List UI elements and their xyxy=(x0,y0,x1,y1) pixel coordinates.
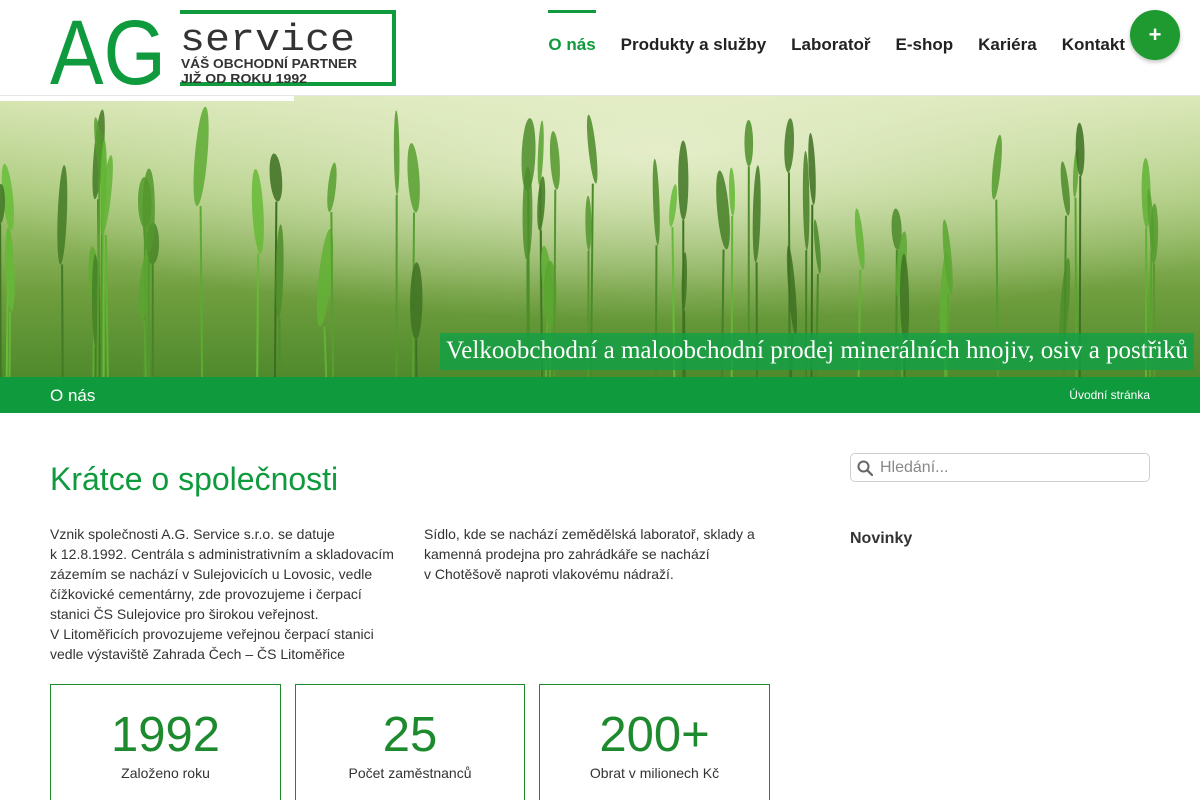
text-line: čížkovické cementárny, zde provozujeme i… xyxy=(50,586,362,602)
nav-item-o-nas[interactable]: O nás xyxy=(548,0,596,55)
search-icon[interactable] xyxy=(857,460,873,476)
text-line: zázemím se nachází v Sulejovicích u Lovo… xyxy=(50,566,373,582)
wheat-stem xyxy=(61,264,64,377)
hero-caption: Velkoobchodní a maloobchodní prodej mine… xyxy=(440,333,1194,370)
wheat-stem xyxy=(0,224,2,377)
stat-box-founded: 1992 Založeno roku xyxy=(50,684,281,800)
nav-item-kontakt[interactable]: Kontakt xyxy=(1062,0,1125,55)
nav-item-eshop[interactable]: E-shop xyxy=(896,0,954,55)
svg-text:VÁŠ OBCHODNÍ PARTNER: VÁŠ OBCHODNÍ PARTNER xyxy=(181,56,358,71)
stat-box-employees: 25 Počet zaměstnanců xyxy=(295,684,525,800)
about-text-left: Vznik společnosti A.G. Service s.r.o. se… xyxy=(50,524,405,664)
nav-item-produkty[interactable]: Produkty a služby xyxy=(621,0,766,55)
text-line: k 12.8.1992. Centrála s administrativním… xyxy=(50,546,394,562)
text-line: V Litoměřicích provozujeme veřejnou čerp… xyxy=(50,626,374,642)
stat-label: Počet zaměstnanců xyxy=(348,765,472,781)
search-input[interactable] xyxy=(880,457,1142,478)
nav-item-kariera[interactable]: Kariéra xyxy=(978,0,1037,55)
svg-text:AG: AG xyxy=(50,10,166,86)
text-line: stanici ČS Sulejovice pro širokou veřejn… xyxy=(50,606,319,622)
page-title-bar: O nás Úvodní stránka xyxy=(0,377,1200,413)
text-line: Vznik společnosti A.G. Service s.r.o. se… xyxy=(50,526,335,542)
stat-label: Založeno roku xyxy=(121,765,210,781)
news-widget-title: Novinky xyxy=(850,530,913,547)
stat-label: Obrat v milionech Kč xyxy=(589,765,720,781)
search-box xyxy=(850,453,1150,482)
wheat-stem xyxy=(256,253,260,377)
ag-service-logo[interactable]: AG service VÁŠ OBCHODNÍ PARTNER JIŽ OD R… xyxy=(50,10,396,86)
stat-value: 200+ xyxy=(599,708,710,762)
hero-banner: Velkoobchodní a maloobchodní prodej mine… xyxy=(0,96,1200,377)
site-header: AG service VÁŠ OBCHODNÍ PARTNER JIŽ OD R… xyxy=(0,0,1200,96)
expand-plus-button[interactable]: + xyxy=(1130,10,1180,60)
wheat-stem xyxy=(8,311,12,377)
nav-item-laborator[interactable]: Laboratoř xyxy=(791,0,870,55)
breadcrumb-home-link[interactable]: Úvodní stránka xyxy=(1069,388,1150,402)
text-line: v Chotěšově naproti vlakovému nádraží. xyxy=(424,566,674,582)
stat-value: 1992 xyxy=(110,708,220,762)
logo-underline-strip xyxy=(0,96,294,101)
stat-box-turnover: 200+ Obrat v milionech Kč xyxy=(539,684,770,800)
text-line: kamenná prodejna pro zahrádkáře se nachá… xyxy=(424,546,710,562)
page-title: O nás xyxy=(50,386,96,405)
about-text-right: Sídlo, kde se nachází zemědělská laborat… xyxy=(424,524,769,584)
section-heading: Krátce o společnosti xyxy=(50,461,339,497)
stat-value: 25 xyxy=(382,708,438,762)
text-line: Sídlo, kde se nachází zemědělská laborat… xyxy=(424,526,755,542)
svg-text:JIŽ OD ROKU 1992: JIŽ OD ROKU 1992 xyxy=(181,71,307,86)
text-line: vedle výstaviště Zahrada Čech – ČS Litom… xyxy=(50,646,345,662)
main-nav: O nás Produkty a služby Laboratoř E-shop… xyxy=(523,0,1125,96)
